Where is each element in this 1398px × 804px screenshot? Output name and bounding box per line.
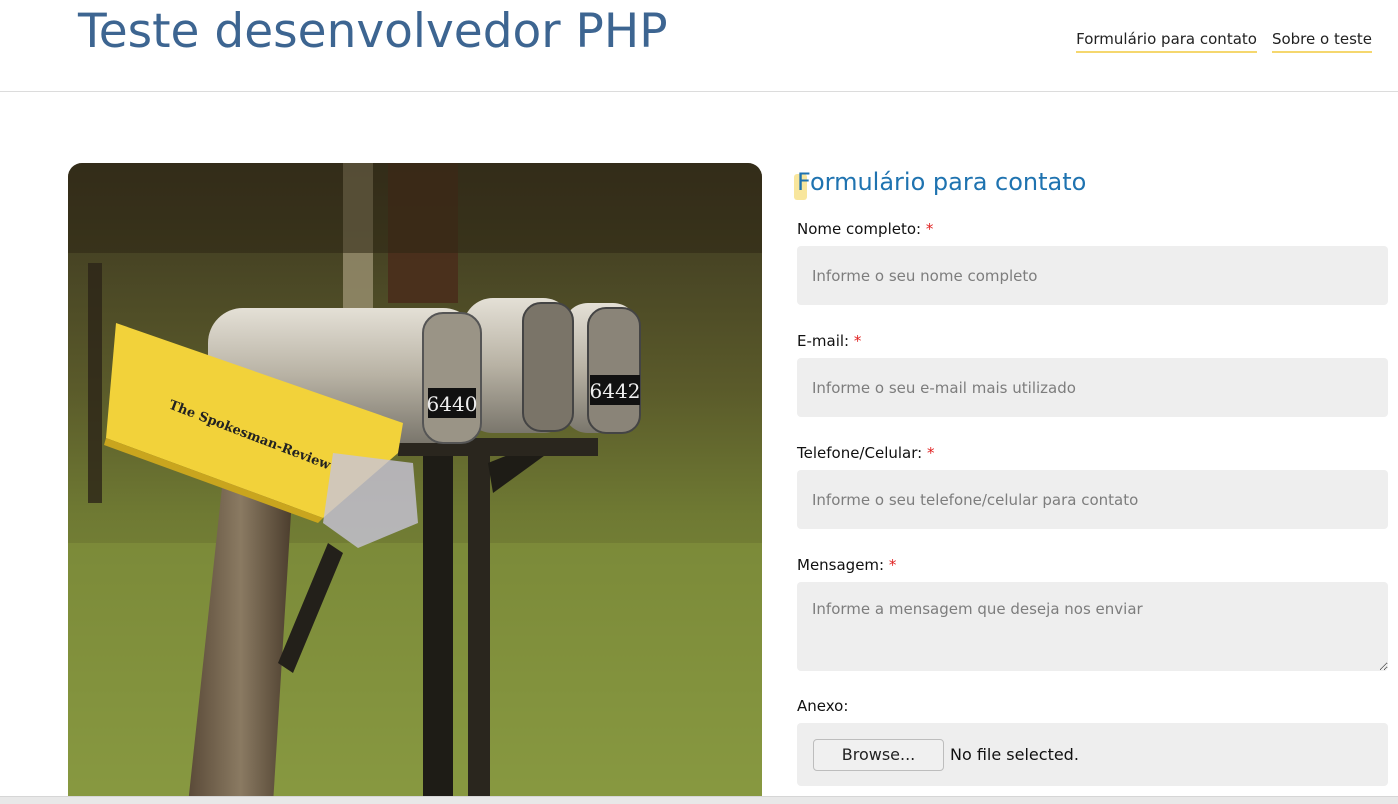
main-nav: Formulário para contato Sobre o teste	[1076, 30, 1372, 53]
form-title: Formulário para contato	[794, 165, 1388, 200]
file-input: Browse... No file selected.	[797, 723, 1388, 786]
message-label: Mensagem: *	[797, 556, 897, 574]
email-field[interactable]	[797, 358, 1388, 417]
required-mark: *	[888, 556, 897, 574]
mailbox-door	[522, 302, 574, 432]
name-label: Nome completo: *	[797, 220, 934, 238]
file-status: No file selected.	[950, 745, 1079, 764]
mailbox-door	[422, 312, 482, 444]
message-field[interactable]	[797, 582, 1388, 671]
nav-link-contact-form[interactable]: Formulário para contato	[1076, 30, 1257, 53]
site-title: Teste desenvolvedor PHP	[78, 4, 668, 59]
email-label: E-mail: *	[797, 332, 862, 350]
phone-label: Telefone/Celular: *	[797, 444, 935, 462]
mailbox-number: 6442	[590, 379, 641, 403]
tree-trunk	[88, 263, 102, 503]
required-mark: *	[926, 444, 935, 462]
nav-link-about[interactable]: Sobre o teste	[1271, 30, 1372, 53]
mailbox-photo: 6440 6442 The Spokesman-Review	[68, 163, 762, 804]
contact-form: Formulário para contato Nome completo: *…	[794, 165, 1388, 786]
foliage	[68, 163, 762, 253]
browse-button[interactable]: Browse...	[813, 738, 944, 771]
mailbox-door	[587, 307, 641, 434]
required-mark: *	[925, 220, 934, 238]
name-field[interactable]	[797, 246, 1388, 305]
phone-field[interactable]	[797, 470, 1388, 529]
mailbox-number: 6440	[427, 392, 478, 416]
metal-post	[423, 453, 453, 804]
horizontal-scrollbar[interactable]	[0, 796, 1398, 804]
grass	[68, 543, 762, 804]
required-mark: *	[853, 332, 862, 350]
site-header: Teste desenvolvedor PHP Formulário para …	[0, 0, 1398, 92]
metal-post	[468, 453, 490, 804]
attachment-label: Anexo:	[797, 697, 849, 715]
